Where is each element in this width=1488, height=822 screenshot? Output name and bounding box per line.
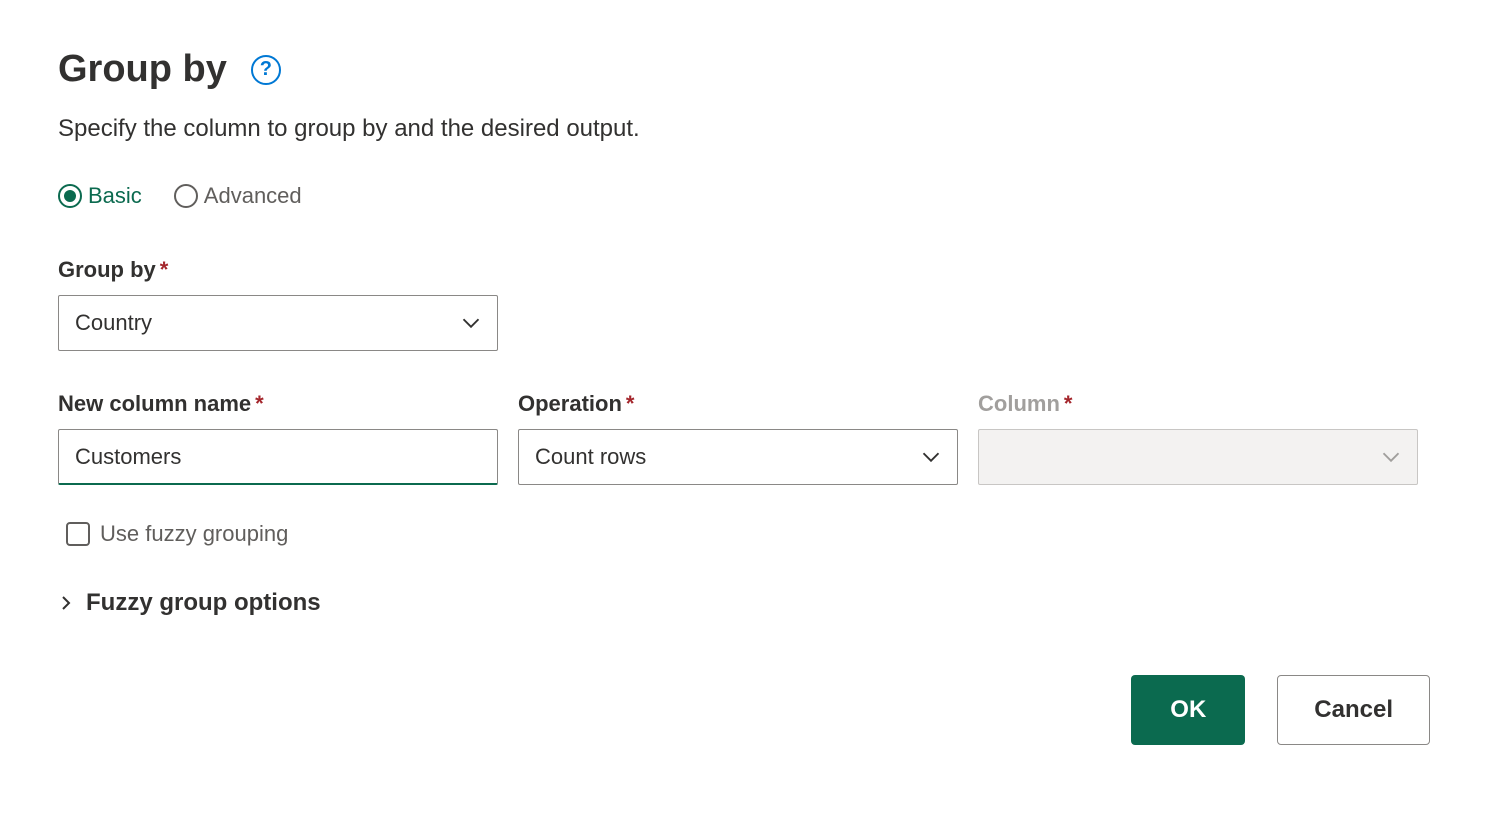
- group-by-value: Country: [75, 310, 461, 336]
- chevron-down-icon: [921, 447, 941, 467]
- operation-value: Count rows: [535, 444, 921, 470]
- radio-circle-icon: [174, 184, 198, 208]
- fuzzy-grouping-checkbox-row[interactable]: Use fuzzy grouping: [66, 521, 1430, 547]
- column-dropdown: [978, 429, 1418, 485]
- required-asterisk: *: [160, 257, 169, 282]
- radio-circle-icon: [58, 184, 82, 208]
- dialog-title: Group by: [58, 48, 227, 91]
- radio-basic[interactable]: Basic: [58, 183, 142, 209]
- required-asterisk: *: [255, 391, 264, 416]
- group-by-label: Group by*: [58, 257, 1430, 283]
- fuzzy-options-expander[interactable]: Fuzzy group options: [58, 589, 1430, 617]
- mode-radio-group: Basic Advanced: [58, 183, 1430, 209]
- checkbox-icon: [66, 522, 90, 546]
- group-by-dropdown[interactable]: Country: [58, 295, 498, 351]
- help-icon[interactable]: ?: [251, 55, 281, 85]
- new-column-name-input[interactable]: [58, 429, 498, 485]
- radio-basic-label: Basic: [88, 183, 142, 209]
- cancel-button[interactable]: Cancel: [1277, 675, 1430, 745]
- ok-button[interactable]: OK: [1131, 675, 1245, 745]
- fuzzy-grouping-label: Use fuzzy grouping: [100, 521, 288, 547]
- chevron-down-icon: [461, 313, 481, 333]
- new-column-name-label: New column name*: [58, 391, 498, 417]
- required-asterisk: *: [1064, 391, 1073, 416]
- radio-dot-icon: [64, 190, 76, 202]
- fuzzy-options-label: Fuzzy group options: [86, 589, 321, 617]
- dialog-subtitle: Specify the column to group by and the d…: [58, 115, 1430, 143]
- column-label: Column*: [978, 391, 1418, 417]
- operation-dropdown[interactable]: Count rows: [518, 429, 958, 485]
- radio-advanced[interactable]: Advanced: [174, 183, 302, 209]
- required-asterisk: *: [626, 391, 635, 416]
- radio-advanced-label: Advanced: [204, 183, 302, 209]
- operation-label: Operation*: [518, 391, 958, 417]
- chevron-right-icon: [58, 595, 74, 611]
- chevron-down-icon: [1381, 447, 1401, 467]
